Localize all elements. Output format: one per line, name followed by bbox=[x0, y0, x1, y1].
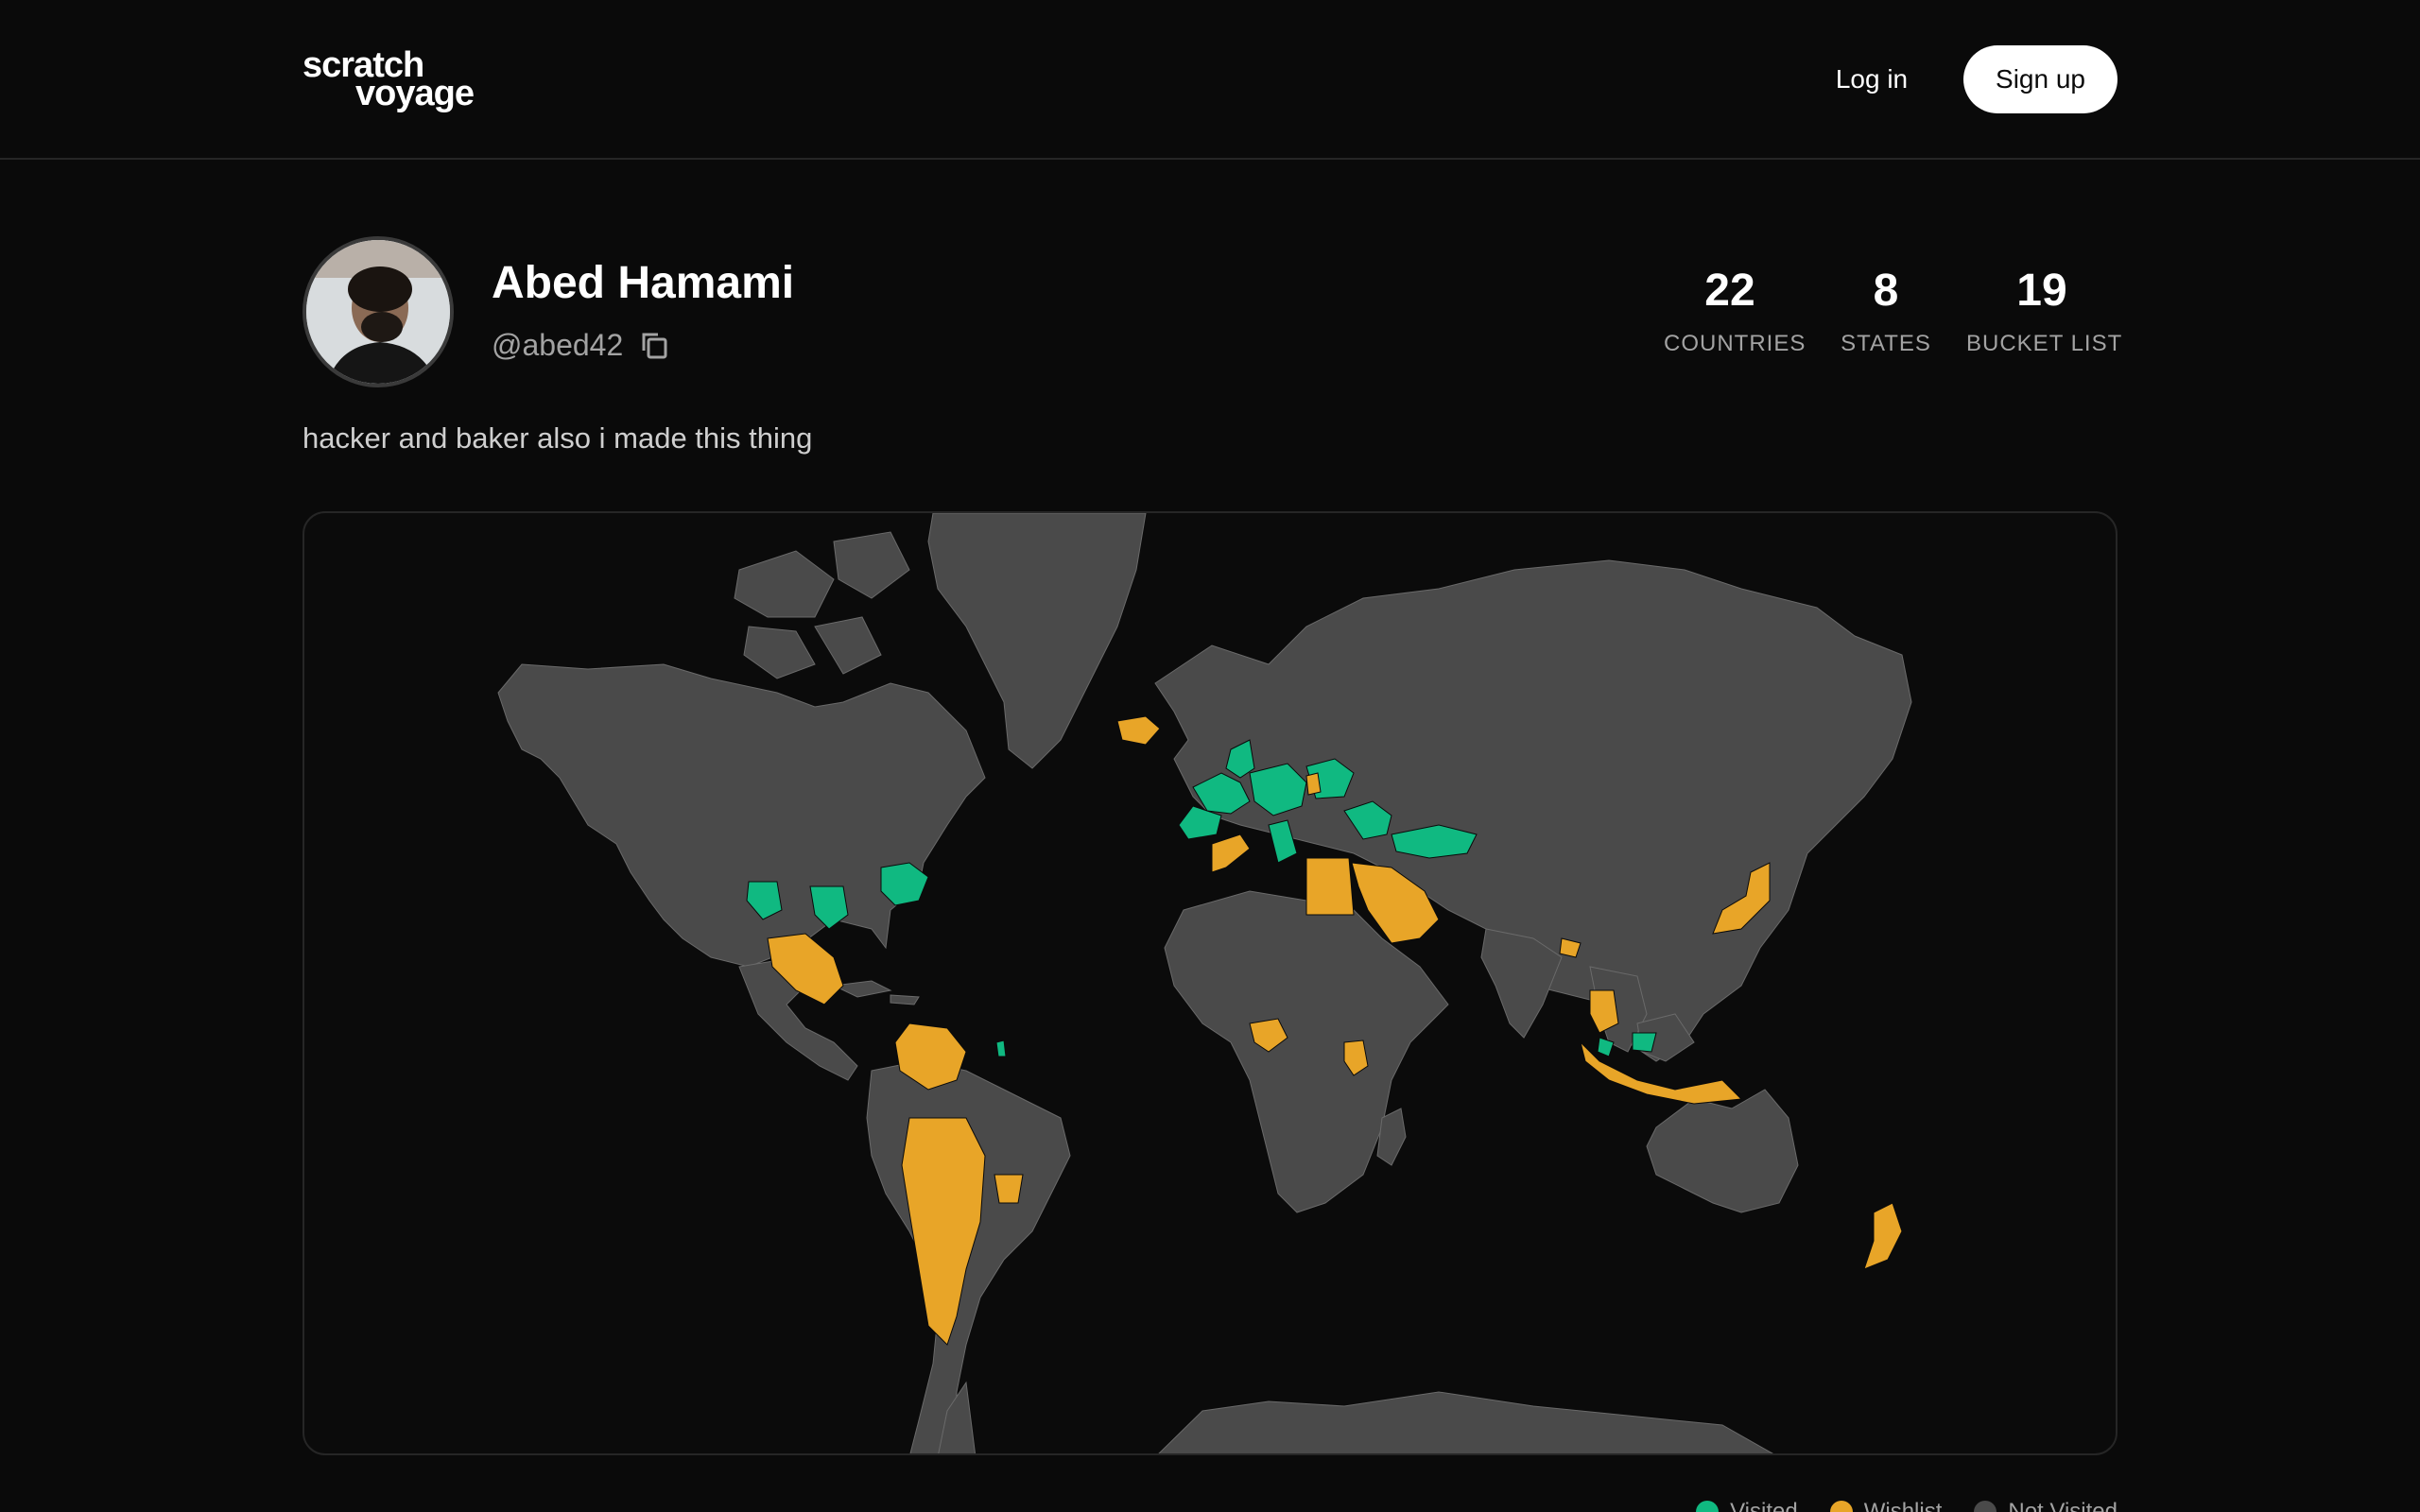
map-legend: Visited Wishlist Not Visited bbox=[1696, 1498, 2118, 1512]
avatar-photo-icon bbox=[306, 240, 450, 384]
profile-bio: hacker and baker also i made this thing bbox=[302, 421, 813, 455]
not-visited-dot-icon bbox=[1974, 1501, 1997, 1512]
legend-wishlist-label: Wishlist bbox=[1863, 1499, 1943, 1512]
world-map-card[interactable] bbox=[302, 511, 2118, 1455]
stat-countries: 22 COUNTRIES bbox=[1664, 263, 1806, 357]
visited-dot-icon bbox=[1696, 1501, 1720, 1512]
land-masses bbox=[497, 513, 1912, 1453]
profile-handle: @abed42 bbox=[492, 327, 624, 362]
stat-states-value: 8 bbox=[1873, 266, 1899, 316]
legend-wishlist: Wishlist bbox=[1829, 1499, 1943, 1512]
legend-not-visited: Not Visited bbox=[1974, 1499, 2118, 1512]
legend-not-visited-label: Not Visited bbox=[2008, 1499, 2118, 1512]
profile-name: Abed Hamami bbox=[492, 258, 795, 308]
handle-row: @abed42 bbox=[492, 324, 670, 366]
wishlist-dot-icon bbox=[1829, 1501, 1853, 1512]
stat-bucket-list-label: BUCKET LIST bbox=[1966, 331, 2123, 356]
stat-states: 8 STATES bbox=[1834, 263, 1938, 357]
stat-bucket-list: 19 BUCKET LIST bbox=[1966, 263, 2123, 357]
sign-up-button[interactable]: Sign up bbox=[1963, 45, 2118, 113]
stat-bucket-list-value: 19 bbox=[2016, 266, 2067, 316]
log-in-button[interactable]: Log in bbox=[1815, 53, 1928, 106]
stat-states-label: STATES bbox=[1841, 331, 1931, 356]
legend-visited-label: Visited bbox=[1730, 1499, 1798, 1512]
legend-visited: Visited bbox=[1696, 1499, 1798, 1512]
scratch-voyage-logo[interactable]: scratch voyage bbox=[302, 47, 492, 113]
avatar bbox=[302, 236, 454, 387]
logo-line-2: voyage bbox=[355, 74, 475, 113]
stat-countries-label: COUNTRIES bbox=[1664, 331, 1806, 356]
world-map[interactable] bbox=[304, 513, 2118, 1455]
stat-countries-value: 22 bbox=[1704, 266, 1755, 316]
copy-icon[interactable] bbox=[638, 329, 670, 361]
top-navigation-bar: scratch voyage Log in Sign up bbox=[0, 0, 2420, 160]
